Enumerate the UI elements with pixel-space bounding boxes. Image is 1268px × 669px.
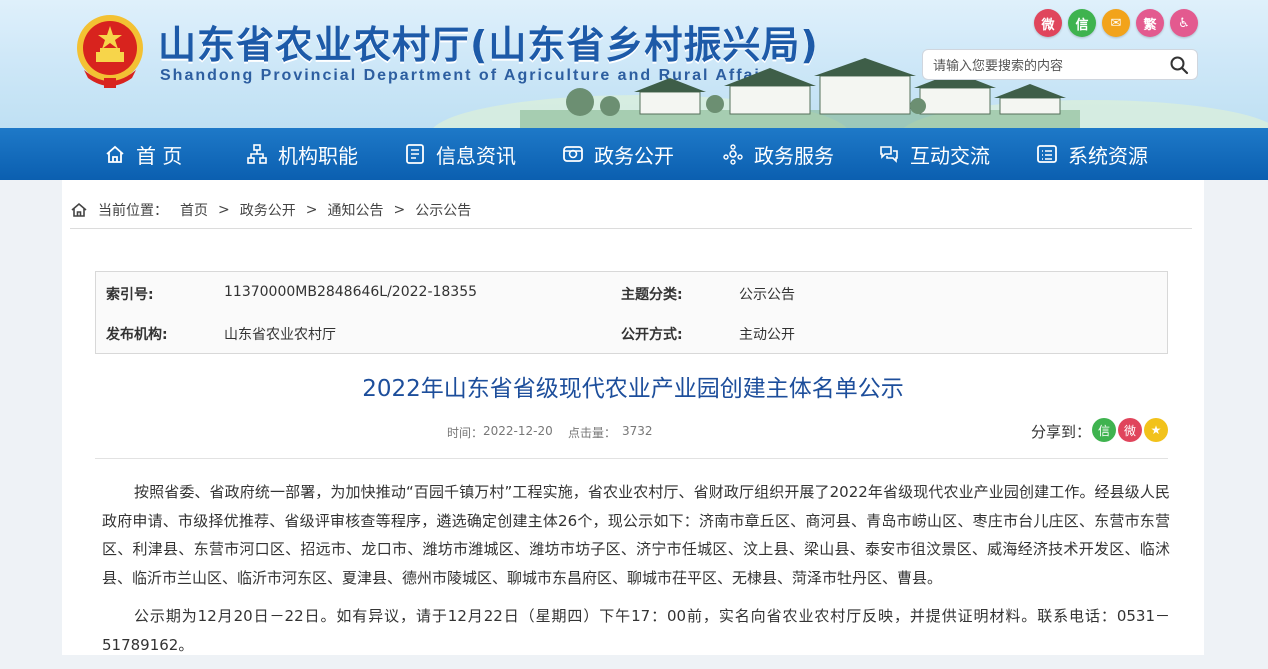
- nav-label: 系统资源: [1068, 143, 1148, 168]
- hits-count: 3732: [622, 424, 653, 438]
- nav-system-resources[interactable]: 系统资源: [1036, 128, 1148, 180]
- method-label: 公开方式:: [621, 327, 683, 343]
- content-panel: 当前位置： 首页 > 政务公开 > 通知公告 > 公示公告 索引号: 11370…: [62, 180, 1204, 655]
- national-emblem-icon: [77, 15, 143, 88]
- qzone-share-icon[interactable]: ★: [1144, 418, 1168, 442]
- article-paragraph: 公示期为12月20日－22日。如有异议，请于12月22日（星期四）下午17：00…: [102, 607, 1170, 654]
- social-links: 微 信 ✉ 繁 ♿: [1034, 9, 1198, 37]
- search-box: [922, 49, 1198, 80]
- nav-label: 机构职能: [278, 143, 358, 168]
- breadcrumb-notices[interactable]: 通知公告: [327, 200, 383, 220]
- open-government-icon: [563, 146, 583, 162]
- nav-organization[interactable]: 机构职能: [246, 128, 358, 180]
- breadcrumb-separator: >: [218, 202, 230, 218]
- home-icon: [71, 202, 87, 217]
- wechat-share-icon[interactable]: 信: [1092, 418, 1116, 442]
- weibo-share-icon[interactable]: 微: [1118, 418, 1142, 442]
- main-nav: 首 页 机构职能 信息资讯 政务公开 政务服务 互动交流 系统资源: [0, 128, 1268, 180]
- nav-interaction[interactable]: 互动交流: [878, 128, 990, 180]
- breadcrumb-announcements[interactable]: 公示公告: [415, 200, 471, 220]
- org-chart-icon: [247, 144, 267, 164]
- nav-open-government[interactable]: 政务公开: [562, 128, 674, 180]
- hits-label: 点击量：: [568, 426, 617, 440]
- nav-government-service[interactable]: 政务服务: [722, 128, 834, 180]
- publisher-value: 山东省农业农村厅: [224, 327, 336, 343]
- site-header: 山东省农业农村厅(山东省乡村振兴局) Shandong Provincial D…: [0, 0, 1268, 128]
- nav-label: 政务公开: [594, 143, 674, 168]
- publish-time-label: 时间：: [447, 426, 484, 440]
- publisher-label: 发布机构:: [106, 327, 168, 343]
- topic-value: 公示公告: [739, 287, 795, 303]
- publish-time: 2022-12-20: [483, 424, 553, 438]
- share-label: 分享到：: [1031, 423, 1092, 441]
- divider: [95, 458, 1168, 459]
- topic-label: 主题分类:: [621, 287, 683, 303]
- index-value: 11370000MB2848646L/2022-18355: [224, 284, 478, 300]
- service-icon: [723, 144, 743, 165]
- breadcrumb-prefix: 当前位置：: [98, 203, 168, 219]
- nav-information[interactable]: 信息资讯: [404, 128, 516, 180]
- index-label: 索引号:: [106, 287, 154, 303]
- article-body: 按照省委、省政府统一部署，为加快推动“百园千镇万村”工程实施，省农业农村厅、省财…: [102, 478, 1170, 669]
- nav-label: 信息资讯: [436, 143, 516, 168]
- breadcrumb-home[interactable]: 首页: [180, 200, 208, 220]
- breadcrumb-separator: >: [305, 202, 318, 218]
- article-paragraph: 按照省委、省政府统一部署，为加快推动“百园千镇万村”工程实施，省农业农村厅、省财…: [102, 483, 1170, 587]
- accessibility-icon[interactable]: ♿: [1170, 9, 1198, 37]
- nav-home[interactable]: 首 页: [104, 128, 182, 180]
- nav-label: 政务服务: [754, 143, 834, 168]
- wechat-icon[interactable]: 信: [1068, 9, 1096, 37]
- article-title: 2022年山东省省级现代农业产业园创建主体名单公示: [362, 376, 904, 402]
- nav-label: 首 页: [136, 143, 183, 168]
- breadcrumb-separator: >: [393, 202, 406, 218]
- mail-icon[interactable]: ✉: [1102, 9, 1130, 37]
- document-icon: [406, 144, 424, 164]
- nav-label: 互动交流: [910, 143, 990, 168]
- search-icon[interactable]: [1169, 55, 1189, 75]
- search-input[interactable]: [931, 55, 1165, 77]
- home-icon: [106, 145, 124, 163]
- divider: [70, 228, 1192, 229]
- system-resource-icon: [1037, 145, 1057, 163]
- method-value: 主动公开: [739, 327, 795, 343]
- document-metadata: 索引号: 11370000MB2848646L/2022-18355 主题分类:…: [95, 271, 1168, 354]
- interaction-icon: [880, 146, 898, 163]
- weibo-icon[interactable]: 微: [1034, 9, 1062, 37]
- traditional-chinese-icon[interactable]: 繁: [1136, 9, 1164, 37]
- breadcrumb-open-government[interactable]: 政务公开: [240, 200, 296, 220]
- breadcrumb: 当前位置： 首页 > 政务公开 > 通知公告 > 公示公告: [70, 190, 471, 230]
